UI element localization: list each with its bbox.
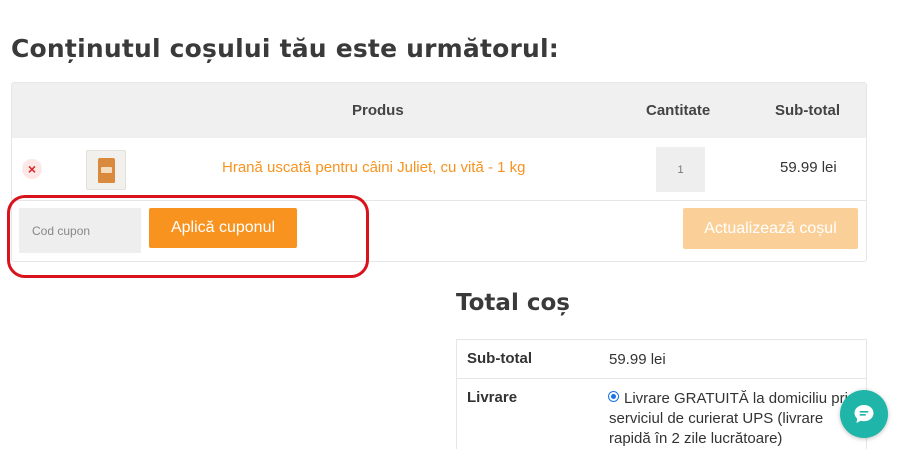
cart-table-header: Produs Cantitate Sub-total (12, 83, 866, 138)
cart-totals-table: Sub-total 59.99 lei Livrare Livrare GRAT… (456, 339, 867, 449)
header-product: Produs (352, 102, 404, 119)
product-bag-label (101, 167, 112, 173)
cart-totals-title: Total coș (456, 290, 570, 316)
chat-button[interactable] (840, 390, 888, 438)
remove-item-button[interactable]: × (22, 159, 42, 179)
totals-subtotal-row: Sub-total 59.99 lei (457, 340, 866, 379)
apply-coupon-button[interactable]: Aplică cuponul (149, 208, 297, 248)
totals-shipping-label: Livrare (467, 389, 518, 406)
coupon-code-input[interactable] (19, 208, 141, 253)
totals-subtotal-label: Sub-total (467, 350, 532, 367)
header-subtotal: Sub-total (775, 102, 840, 119)
totals-shipping-row: Livrare Livrare GRATUITĂ la domiciliu pr… (457, 379, 866, 449)
product-thumbnail[interactable] (86, 150, 126, 190)
header-quantity: Cantitate (646, 102, 711, 119)
page-title: Conținutul coșului tău este următorul: (11, 34, 560, 63)
cart-item-row: × Hrană uscată pentru câini Juliet, cu v… (12, 138, 866, 201)
quantity-input[interactable] (656, 147, 705, 192)
product-name-link[interactable]: Hrană uscată pentru câini Juliet, cu vit… (222, 159, 526, 176)
item-subtotal: 59.99 lei (780, 159, 837, 176)
chat-bubble-icon (854, 405, 874, 423)
shipping-option-label[interactable]: Livrare GRATUITĂ la domiciliu prin servi… (609, 389, 861, 449)
update-cart-button[interactable]: Actualizează coșul (683, 208, 858, 249)
totals-subtotal-value: 59.99 lei (609, 351, 666, 368)
